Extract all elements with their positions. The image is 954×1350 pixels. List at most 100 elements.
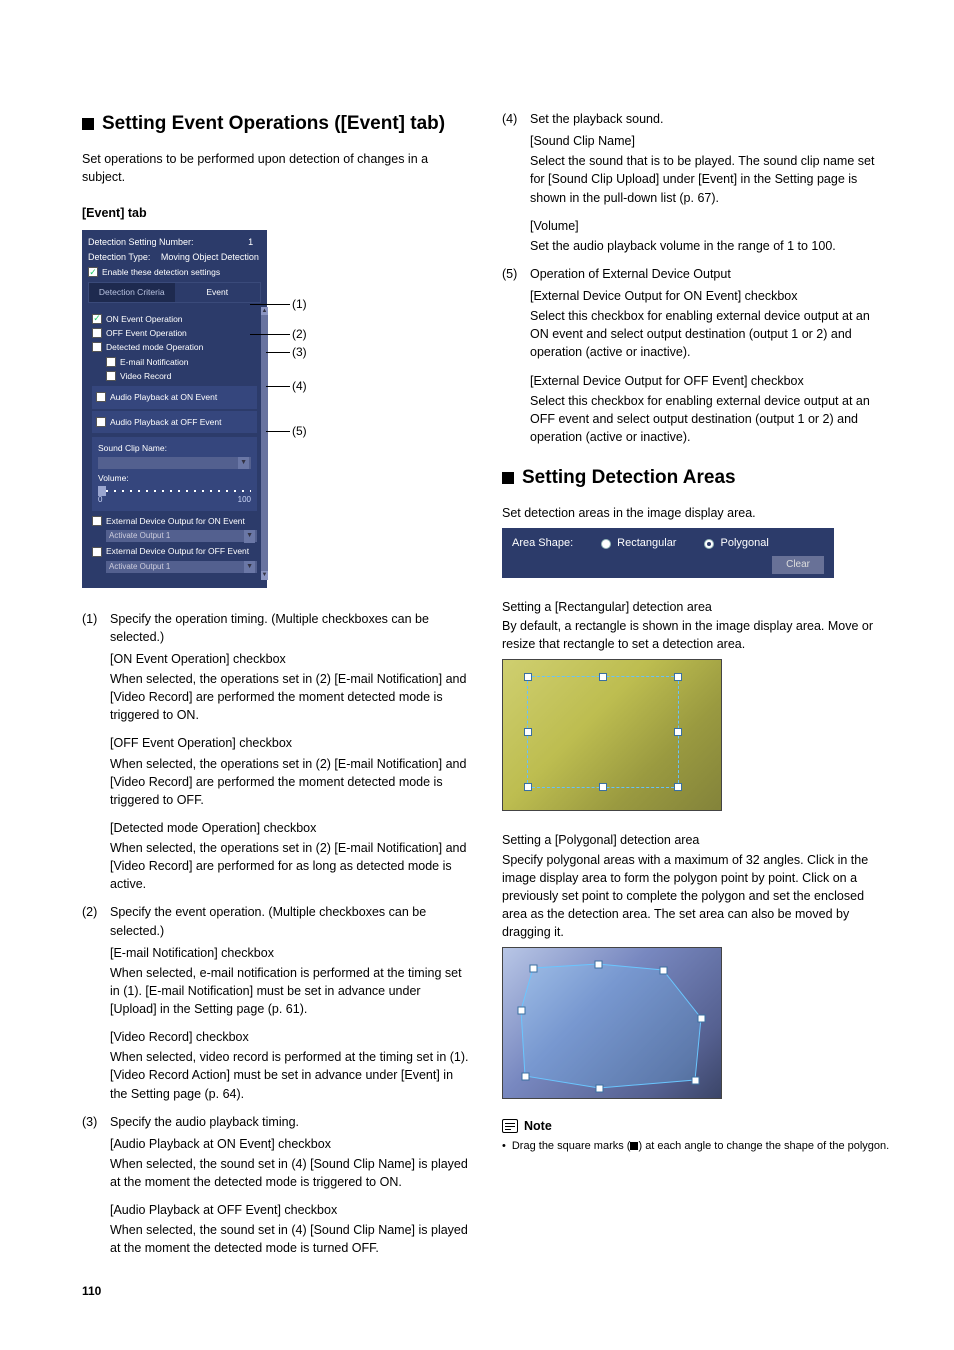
area-shape-label: Area Shape: [512, 536, 573, 552]
rect-area-image [502, 659, 722, 811]
panel-scrollbar[interactable] [261, 307, 268, 580]
edoff-label: External Device Output for OFF Event [106, 545, 249, 557]
heading2-text: Setting Detection Areas [522, 464, 736, 492]
dt-value: Moving Object Detection [161, 252, 259, 262]
callout-line-4 [266, 386, 290, 387]
radio-rectangular[interactable] [601, 539, 611, 549]
event-tab-label: [Event] tab [82, 204, 470, 222]
clear-button[interactable]: Clear [772, 556, 824, 575]
ap-on-row: Audio Playback at ON Event [92, 386, 257, 408]
n3-text: Specify the audio playback timing. [110, 1113, 470, 1131]
ap-off-row: Audio Playback at OFF Event [92, 411, 257, 433]
edon-label: External Device Output for ON Event [106, 515, 245, 527]
n4a-t: Select the sound that is to be played. T… [530, 152, 890, 206]
dt-label: Detection Type: [88, 252, 150, 262]
n4: (4) [502, 110, 524, 128]
callout-line-5 [266, 431, 290, 432]
n5: (5) [502, 265, 524, 283]
poly-area-image [502, 947, 722, 1099]
n2-text: Specify the event operation. (Multiple c… [110, 903, 470, 939]
cb3-label: Detected mode Operation [106, 341, 203, 353]
sound-dropdown[interactable] [98, 457, 251, 469]
callout-line-2 [250, 334, 290, 335]
n5b-t: Select this checkbox for enabling extern… [530, 392, 890, 446]
event-panel: Detection Setting Number: 1 Detection Ty… [82, 230, 267, 588]
area-shape-bar: Area Shape: Rectangular Polygonal Clear [502, 528, 834, 578]
section-heading-event: Setting Event Operations ([Event] tab) [82, 110, 470, 138]
note-text: Drag the square marks () at each angle t… [512, 1139, 889, 1155]
ap-off-label: Audio Playback at OFF Event [110, 416, 222, 428]
enable-label: Enable these detection settings [102, 266, 220, 278]
rect-h: Setting a [Rectangular] detection area [502, 598, 890, 616]
n2a-t: When selected, e-mail notification is pe… [110, 964, 470, 1018]
cb-ap-on[interactable] [96, 392, 106, 402]
event-panel-figure: Detection Setting Number: 1 Detection Ty… [82, 230, 470, 588]
poly-t: Specify polygonal areas with a maximum o… [502, 851, 890, 942]
n1a-t: When selected, the operations set in (2)… [110, 670, 470, 724]
radio-poly-label: Polygonal [720, 536, 768, 552]
n5a-t: Select this checkbox for enabling extern… [530, 307, 890, 361]
page-number: 110 [82, 1284, 101, 1298]
tab-criteria[interactable]: Detection Criteria [89, 283, 175, 301]
note-label: Note [524, 1117, 552, 1135]
n3a-t: When selected, the sound set in (4) [Sou… [110, 1155, 470, 1191]
cb-ap-off[interactable] [96, 417, 106, 427]
cb-ed-off[interactable] [92, 547, 102, 557]
vol-label: Volume: [98, 472, 251, 484]
n2a-h: [E-mail Notification] checkbox [110, 944, 470, 962]
cb-on-event[interactable] [92, 314, 102, 324]
note1b: ) at each angle to change the shape of t… [638, 1140, 889, 1152]
act2-dropdown[interactable]: Activate Output 1 [106, 561, 257, 573]
slider-max: 100 [238, 494, 251, 506]
cb-detected[interactable] [92, 342, 102, 352]
act1-dropdown[interactable]: Activate Output 1 [106, 530, 257, 542]
n4b-t: Set the audio playback volume in the ran… [530, 237, 890, 255]
intro-text: Set operations to be performed upon dete… [82, 150, 470, 186]
square-bullet-icon [502, 472, 514, 484]
radio-rect-label: Rectangular [617, 536, 676, 552]
callout-1: (1) [292, 296, 307, 313]
panel-scroll-area: ON Event Operation OFF Event Operation D… [88, 307, 261, 580]
cb-ed-on[interactable] [92, 516, 102, 526]
note-block: Note • Drag the square marks () at each … [502, 1117, 890, 1155]
rect-t: By default, a rectangle is shown in the … [502, 617, 890, 653]
n1: (1) [82, 610, 104, 646]
callout-3: (3) [292, 344, 307, 361]
cb2-label: OFF Event Operation [106, 327, 187, 339]
heading-text: Setting Event Operations ([Event] tab) [102, 110, 445, 138]
n5b-h: [External Device Output for OFF Event] c… [530, 372, 890, 390]
handle-icon [524, 783, 532, 791]
handle-icon [674, 673, 682, 681]
n1b-h: [OFF Event Operation] checkbox [110, 734, 470, 752]
cb4-label: E-mail Notification [120, 356, 189, 368]
volume-slider[interactable] [98, 490, 251, 492]
cb5-label: Video Record [120, 370, 171, 382]
dsn-value: 1 [248, 237, 253, 247]
radio-polygonal[interactable] [704, 539, 714, 549]
n4a-h: [Sound Clip Name] [530, 132, 890, 150]
tab-event[interactable]: Event [175, 283, 261, 301]
handle-icon [599, 783, 607, 791]
handle-icon [524, 728, 532, 736]
cb-video[interactable] [106, 371, 116, 381]
polygon-overlay [503, 948, 723, 1100]
act1-text: Activate Output 1 [109, 531, 170, 540]
cb1-label: ON Event Operation [106, 313, 183, 325]
callout-line-3 [266, 352, 290, 353]
intro2-text: Set detection areas in the image display… [502, 504, 890, 522]
n5a-h: [External Device Output for ON Event] ch… [530, 287, 890, 305]
n5-text: Operation of External Device Output [530, 265, 890, 283]
n4-text: Set the playback sound. [530, 110, 890, 128]
n2: (2) [82, 903, 104, 939]
enable-checkbox[interactable] [88, 267, 98, 277]
act2-text: Activate Output 1 [109, 562, 170, 571]
note-bullet: • Drag the square marks () at each angle… [502, 1139, 890, 1155]
cb-email[interactable] [106, 357, 116, 367]
scn-label: Sound Clip Name: [98, 442, 251, 454]
callout-2: (2) [292, 326, 307, 343]
n1c-h: [Detected mode Operation] checkbox [110, 819, 470, 837]
panel-tabs: Detection Criteria Event [88, 282, 261, 302]
n2b-h: [Video Record] checkbox [110, 1028, 470, 1046]
square-bullet-icon [82, 118, 94, 130]
cb-off-event[interactable] [92, 328, 102, 338]
